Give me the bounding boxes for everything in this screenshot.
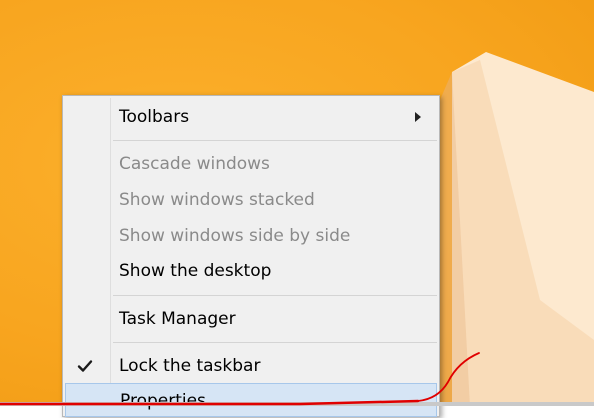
menu-item-label: Lock the taskbar <box>119 356 261 376</box>
checkmark-icon <box>77 360 93 372</box>
menu-item-show-the-desktop[interactable]: Show the desktop <box>65 254 437 288</box>
menu-separator <box>113 140 437 141</box>
menu-item-label: Cascade windows <box>119 154 270 174</box>
menu-item-task-manager[interactable]: Task Manager <box>65 302 437 336</box>
menu-item-properties[interactable]: Properties <box>65 383 437 417</box>
menu-item-label: Show windows side by side <box>119 226 351 246</box>
menu-item-label: Show windows stacked <box>119 190 315 210</box>
menu-separator <box>113 342 437 343</box>
menu-item-toolbars[interactable]: Toolbars <box>65 100 437 134</box>
taskbar-context-menu: Toolbars Cascade windows Show windows st… <box>62 95 440 417</box>
menu-item-show-windows-side-by-side[interactable]: Show windows side by side <box>65 219 437 253</box>
menu-item-label: Toolbars <box>119 107 190 127</box>
menu-separator <box>113 295 437 296</box>
chevron-right-icon <box>415 112 421 122</box>
menu-item-cascade-windows[interactable]: Cascade windows <box>65 147 437 181</box>
menu-item-label: Show the desktop <box>119 261 272 281</box>
taskbar[interactable] <box>0 402 594 406</box>
menu-item-show-windows-stacked[interactable]: Show windows stacked <box>65 183 437 217</box>
menu-item-lock-the-taskbar[interactable]: Lock the taskbar <box>65 349 437 383</box>
menu-item-label: Task Manager <box>119 309 236 329</box>
menu-item-label: Properties <box>120 391 206 411</box>
